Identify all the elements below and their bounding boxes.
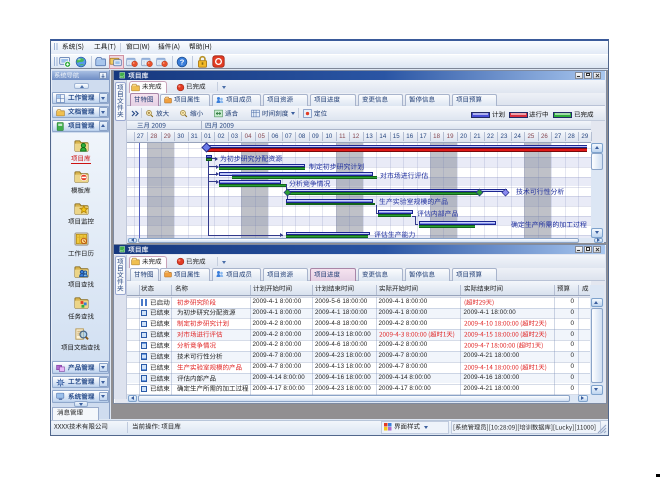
svg-text:?: ? <box>180 58 185 67</box>
